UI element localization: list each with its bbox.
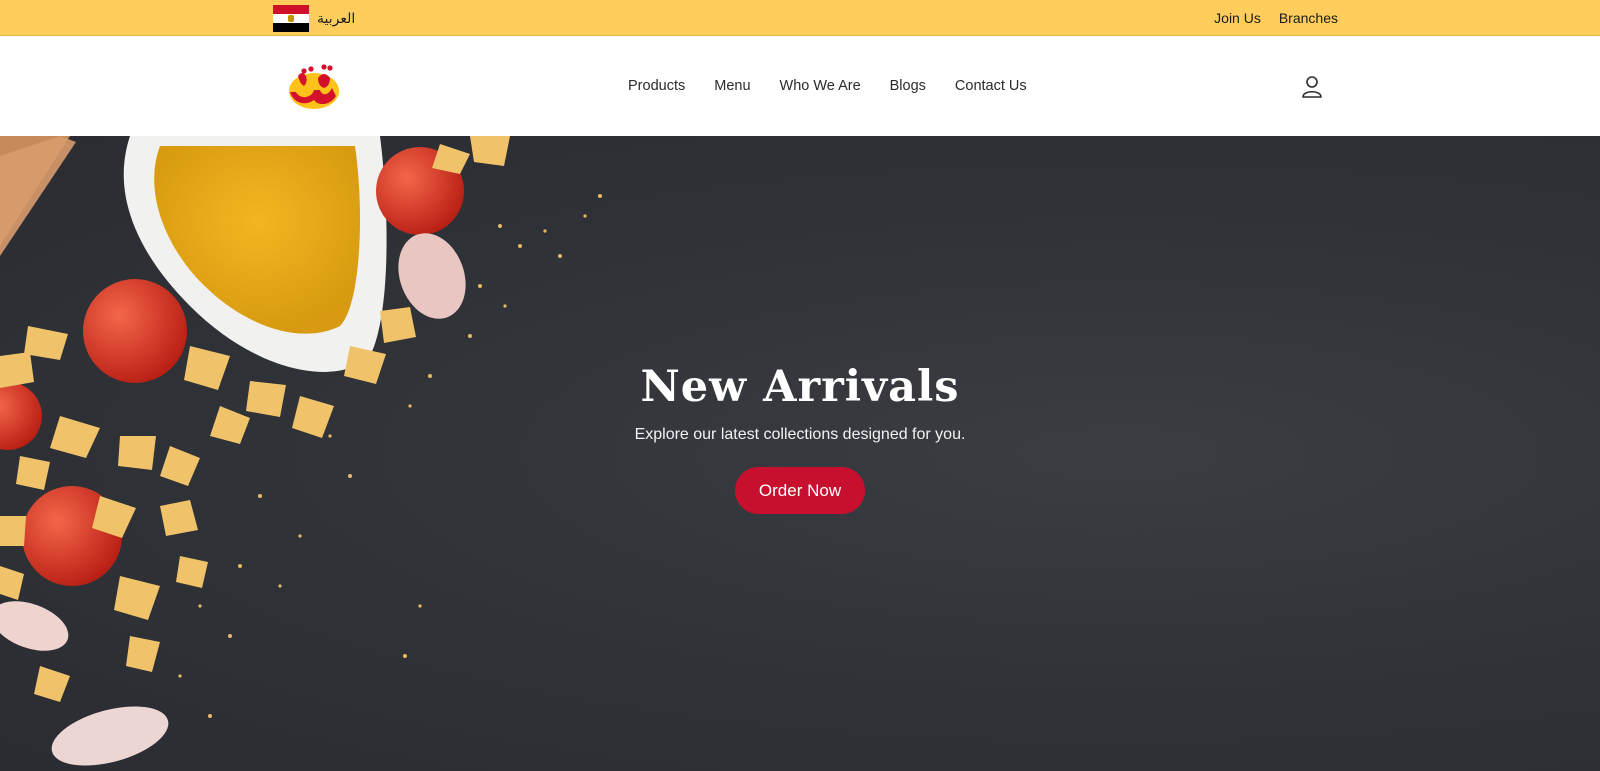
main-nav: Products Menu Who We Are Blogs Contact U… <box>628 72 1027 100</box>
nav-blogs[interactable]: Blogs <box>890 78 926 94</box>
order-now-button[interactable]: Order Now <box>735 467 865 514</box>
site-header: Products Menu Who We Are Blogs Contact U… <box>0 36 1600 136</box>
nav-contact-us[interactable]: Contact Us <box>955 78 1027 94</box>
hero-banner: New Arrivals Explore our latest collecti… <box>0 136 1600 771</box>
nav-who-we-are[interactable]: Who We Are <box>780 78 861 94</box>
egypt-flag-icon <box>273 4 309 32</box>
language-label[interactable]: العربية <box>317 10 355 27</box>
join-us-link[interactable]: Join Us <box>1214 10 1261 26</box>
hero-content: New Arrivals Explore our latest collecti… <box>0 362 1600 514</box>
nav-menu[interactable]: Menu <box>714 78 750 94</box>
hero-subtitle: Explore our latest collections designed … <box>634 426 966 443</box>
top-links: Join Us Branches <box>1214 0 1338 36</box>
user-icon[interactable] <box>1301 75 1323 99</box>
language-switcher[interactable]: العربية <box>273 4 355 32</box>
hero-title: New Arrivals <box>640 362 960 412</box>
top-bar: العربية Join Us Branches <box>0 0 1600 36</box>
nav-products[interactable]: Products <box>628 78 685 94</box>
brand-logo[interactable] <box>284 62 342 110</box>
branches-link[interactable]: Branches <box>1279 10 1338 26</box>
